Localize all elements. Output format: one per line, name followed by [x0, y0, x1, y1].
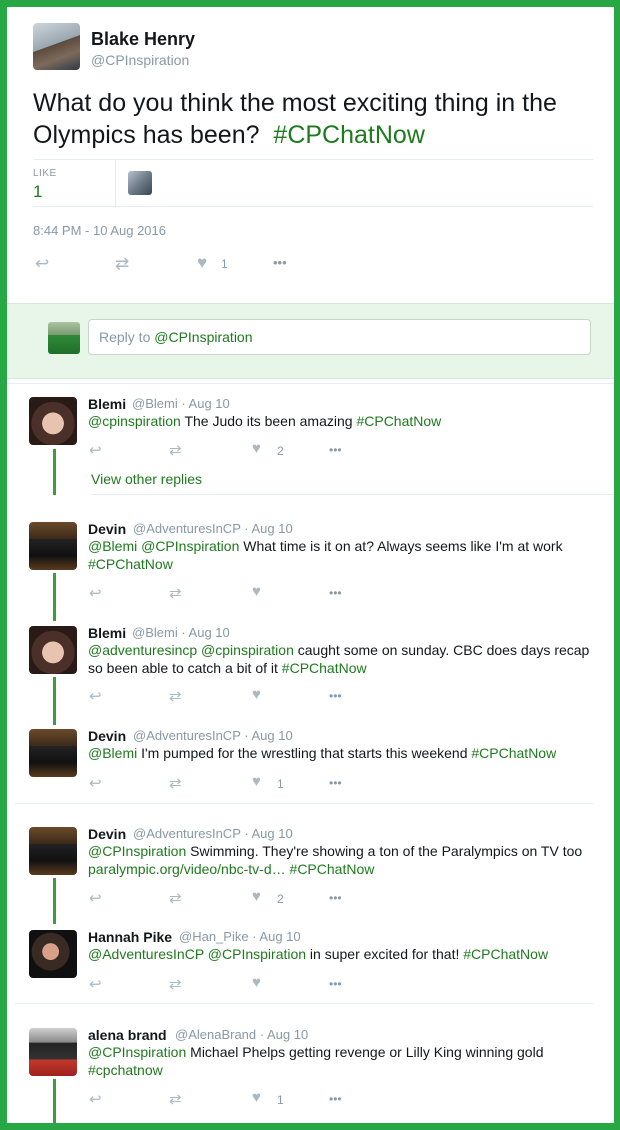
retweet-icon[interactable]: ⇄: [169, 687, 182, 705]
retweet-icon[interactable]: ⇄: [115, 254, 129, 274]
author-handle: @AdventuresInCP · Aug 10: [133, 728, 293, 743]
view-other-replies-link[interactable]: View other replies: [91, 471, 202, 487]
like-icon[interactable]: ♥: [252, 440, 261, 457]
like-count: 1: [277, 1093, 284, 1107]
likes-count[interactable]: 1: [33, 182, 42, 202]
thread-line: [53, 878, 56, 924]
author-name[interactable]: Hannah Pike: [88, 929, 172, 945]
likes-label: LIKE: [33, 168, 57, 179]
author-handle[interactable]: @CPInspiration: [91, 52, 189, 68]
thread-line: [53, 677, 56, 725]
like-icon[interactable]: ♥: [252, 773, 261, 790]
author-handle: @Han_Pike · Aug 10: [179, 929, 301, 944]
retweet-icon[interactable]: ⇄: [169, 774, 182, 792]
retweet-icon[interactable]: ⇄: [169, 1090, 182, 1108]
reply-icon[interactable]: ↩: [89, 1090, 102, 1108]
more-icon[interactable]: •••: [273, 255, 287, 270]
like-icon[interactable]: ♥: [252, 974, 261, 991]
divider: [15, 1003, 593, 1004]
like-count: 2: [277, 444, 284, 458]
divider: [33, 206, 593, 207]
author-handle: @AdventuresInCP · Aug 10: [133, 826, 293, 841]
avatar[interactable]: [29, 930, 77, 978]
avatar[interactable]: [29, 1028, 77, 1076]
thread-line: [53, 573, 56, 621]
retweet-icon[interactable]: ⇄: [169, 975, 182, 993]
divider: [115, 159, 116, 206]
avatar[interactable]: [29, 729, 77, 777]
reply-input[interactable]: Reply to @CPInspiration: [88, 319, 591, 355]
avatar[interactable]: [29, 397, 77, 445]
reply-text: @Blemi I'm pumped for the wrestling that…: [88, 745, 557, 761]
more-icon[interactable]: •••: [329, 776, 342, 790]
divider: [7, 383, 614, 384]
more-icon[interactable]: •••: [329, 586, 342, 600]
author-handle: @Blemi · Aug 10: [132, 625, 230, 640]
more-icon[interactable]: •••: [329, 977, 342, 991]
reply-icon[interactable]: ↩: [89, 889, 102, 907]
reply-prefix: Reply to: [99, 329, 155, 345]
hashtag-link[interactable]: #CPChatNow: [273, 121, 424, 149]
liker-avatar[interactable]: [128, 171, 152, 195]
author-name[interactable]: alena brand: [88, 1027, 167, 1043]
like-icon[interactable]: ♥: [197, 253, 207, 273]
author-name[interactable]: Blake Henry: [91, 29, 195, 50]
like-icon[interactable]: ♥: [252, 1089, 261, 1106]
avatar[interactable]: [29, 522, 77, 570]
like-count: 1: [221, 257, 228, 271]
thread-line: [53, 449, 56, 495]
reply-text: @cpinspiration The Judo its been amazing…: [88, 413, 442, 429]
author-handle: @AdventuresInCP · Aug 10: [133, 521, 293, 536]
avatar[interactable]: [29, 827, 77, 875]
reply-icon[interactable]: ↩: [89, 975, 102, 993]
retweet-icon[interactable]: ⇄: [169, 584, 182, 602]
author-name[interactable]: Devin: [88, 826, 126, 842]
tweet-timestamp[interactable]: 8:44 PM - 10 Aug 2016: [33, 223, 166, 238]
more-icon[interactable]: •••: [329, 891, 342, 905]
divider: [91, 494, 614, 495]
more-icon[interactable]: •••: [329, 689, 342, 703]
author-name[interactable]: Devin: [88, 728, 126, 744]
like-count: 2: [277, 892, 284, 906]
like-icon[interactable]: ♥: [252, 583, 261, 600]
reply-icon[interactable]: ↩: [89, 584, 102, 602]
thread-line: [53, 1079, 56, 1123]
avatar[interactable]: [29, 626, 77, 674]
author-handle: @Blemi · Aug 10: [132, 396, 230, 411]
like-icon[interactable]: ♥: [252, 686, 261, 703]
author-handle: @AlenaBrand · Aug 10: [175, 1027, 309, 1042]
retweet-icon[interactable]: ⇄: [169, 441, 182, 459]
like-icon[interactable]: ♥: [252, 888, 261, 905]
reply-text: @AdventuresInCP @CPInspiration in super …: [88, 946, 549, 962]
reply-icon[interactable]: ↩: [35, 254, 49, 274]
reply-handle: @CPInspiration: [154, 329, 253, 345]
reply-text: @CPInspiration Swimming. They're showing…: [88, 843, 583, 877]
reply-icon[interactable]: ↩: [89, 687, 102, 705]
avatar[interactable]: [33, 23, 80, 70]
author-name[interactable]: Devin: [88, 521, 126, 537]
more-icon[interactable]: •••: [329, 443, 342, 457]
reply-text: @CPInspiration Michael Phelps getting re…: [88, 1044, 544, 1078]
tweet-thread-card: Blake Henry @CPInspiration What do you t…: [7, 7, 614, 1123]
reply-text: @adventuresincp @cpinspiration caught so…: [88, 642, 590, 676]
tweet-text: What do you think the most exciting thin…: [33, 87, 593, 151]
more-icon[interactable]: •••: [329, 1092, 342, 1106]
reply-icon[interactable]: ↩: [89, 774, 102, 792]
retweet-icon[interactable]: ⇄: [169, 889, 182, 907]
author-name[interactable]: Blemi: [88, 396, 126, 412]
like-count: 1: [277, 777, 284, 791]
author-name[interactable]: Blemi: [88, 625, 126, 641]
current-user-avatar: [48, 322, 80, 354]
reply-icon[interactable]: ↩: [89, 441, 102, 459]
reply-text: @Blemi @CPInspiration What time is it on…: [88, 538, 563, 572]
divider: [15, 803, 593, 804]
divider: [33, 159, 593, 160]
